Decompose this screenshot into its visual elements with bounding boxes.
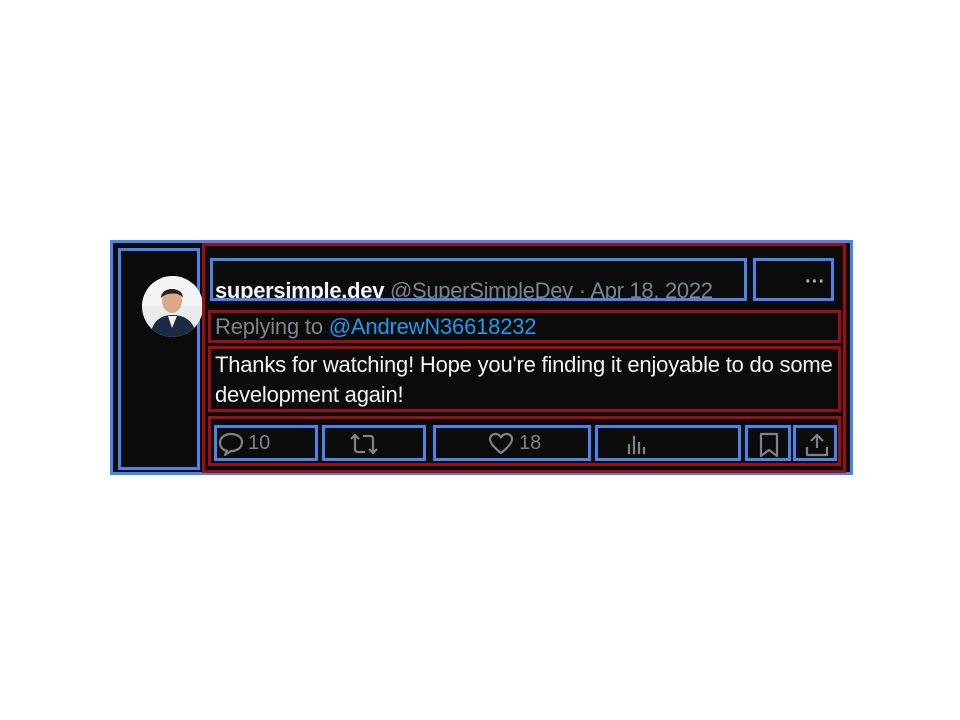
like-button[interactable]: 18 xyxy=(433,425,591,461)
like-count: 18 xyxy=(519,432,542,454)
tweet-text: Thanks for watching! Hope you're finding… xyxy=(208,346,841,412)
more-options-button[interactable]: ··· xyxy=(753,258,834,301)
share-icon xyxy=(805,433,829,457)
share-button[interactable] xyxy=(793,425,837,461)
separator-dot: · xyxy=(578,278,586,301)
retweet-button[interactable] xyxy=(322,425,426,461)
author-name[interactable]: supersimple.dev xyxy=(215,278,384,298)
reply-icon xyxy=(218,432,244,456)
avatar-photo-icon xyxy=(142,276,203,337)
tweet-date[interactable]: Apr 18, 2022 xyxy=(590,278,713,298)
views-button[interactable] xyxy=(595,425,741,461)
replying-to-label: Replying to xyxy=(215,314,323,339)
replying-to-mention[interactable]: @AndrewN36618232 xyxy=(329,314,537,339)
views-icon xyxy=(627,436,646,454)
avatar[interactable] xyxy=(142,276,203,337)
bookmark-button[interactable] xyxy=(745,425,791,461)
tweet-actions: 10 18 xyxy=(208,416,841,466)
reply-button[interactable]: 10 xyxy=(214,425,318,461)
reply-count: 10 xyxy=(248,432,271,454)
retweet-icon xyxy=(350,433,378,455)
avatar-column xyxy=(118,248,203,470)
author-handle[interactable]: @SuperSimpleDev xyxy=(390,278,573,298)
tweet-header: supersimple.dev @SuperSimpleDev · Apr 18… xyxy=(210,258,747,301)
more-horizontal-icon: ··· xyxy=(805,271,825,293)
tweet-card[interactable]: supersimple.dev @SuperSimpleDev · Apr 18… xyxy=(110,240,853,475)
bookmark-icon xyxy=(759,432,779,458)
replying-to-line: Replying to @AndrewN36618232 xyxy=(208,310,841,343)
tweet-content: supersimple.dev @SuperSimpleDev · Apr 18… xyxy=(202,243,846,473)
like-icon xyxy=(488,432,514,455)
